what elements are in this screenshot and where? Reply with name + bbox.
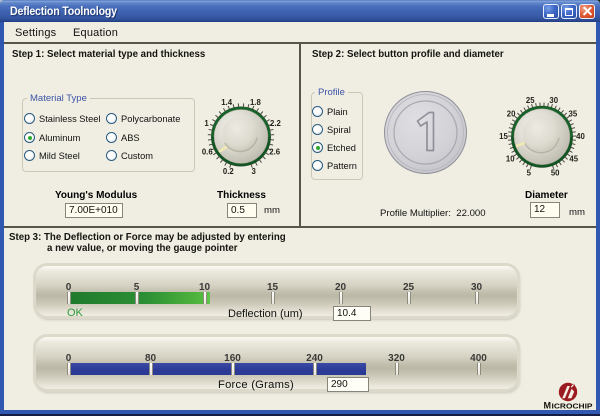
svg-text:2.2: 2.2 (270, 119, 282, 128)
svg-text:25: 25 (526, 96, 535, 105)
svg-text:35: 35 (569, 110, 578, 119)
svg-text:2.6: 2.6 (269, 148, 281, 157)
svg-text:50: 50 (551, 169, 560, 178)
svg-text:15: 15 (499, 132, 508, 141)
svg-text:5: 5 (527, 169, 532, 178)
svg-text:1.8: 1.8 (250, 98, 262, 107)
svg-text:0.2: 0.2 (223, 167, 235, 176)
svg-text:1: 1 (204, 119, 209, 128)
svg-text:1.4: 1.4 (221, 98, 233, 107)
svg-text:30: 30 (549, 96, 558, 105)
svg-text:10: 10 (506, 154, 515, 163)
svg-text:20: 20 (507, 110, 516, 119)
svg-text:0.6: 0.6 (202, 148, 214, 157)
svg-text:ICROCHIP: ICROCHIP (552, 404, 593, 411)
svg-text:3: 3 (251, 167, 256, 176)
svg-text:45: 45 (569, 154, 578, 163)
svg-text:M: M (544, 401, 552, 411)
svg-text:40: 40 (576, 132, 585, 141)
